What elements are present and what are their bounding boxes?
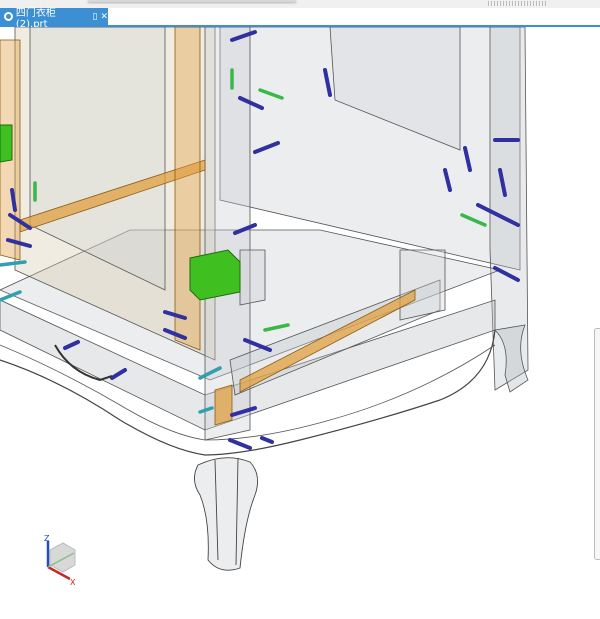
floating-panel bbox=[88, 0, 296, 2]
3d-viewport[interactable] bbox=[0, 26, 600, 615]
side-panel-collapsed[interactable] bbox=[594, 328, 600, 560]
tab-title: 四门衣柜 (2).prt bbox=[15, 7, 56, 30]
part-file-icon bbox=[4, 12, 13, 21]
front-leg bbox=[194, 457, 259, 571]
document-tab-strip: 四门衣柜 (2).prt ▯ ✕ bbox=[0, 8, 600, 30]
cabinet-model bbox=[0, 26, 529, 571]
close-icon[interactable]: ✕ bbox=[100, 12, 108, 22]
x-label: X bbox=[70, 578, 76, 585]
top-toolbar bbox=[0, 0, 600, 8]
z-label: Z bbox=[44, 535, 50, 543]
toolbar-grip[interactable] bbox=[488, 1, 546, 6]
pin-icon[interactable]: ▯ bbox=[93, 12, 98, 22]
document-tab[interactable]: 四门衣柜 (2).prt ▯ ✕ bbox=[0, 8, 108, 30]
view-triad[interactable]: Z X bbox=[38, 534, 83, 589]
